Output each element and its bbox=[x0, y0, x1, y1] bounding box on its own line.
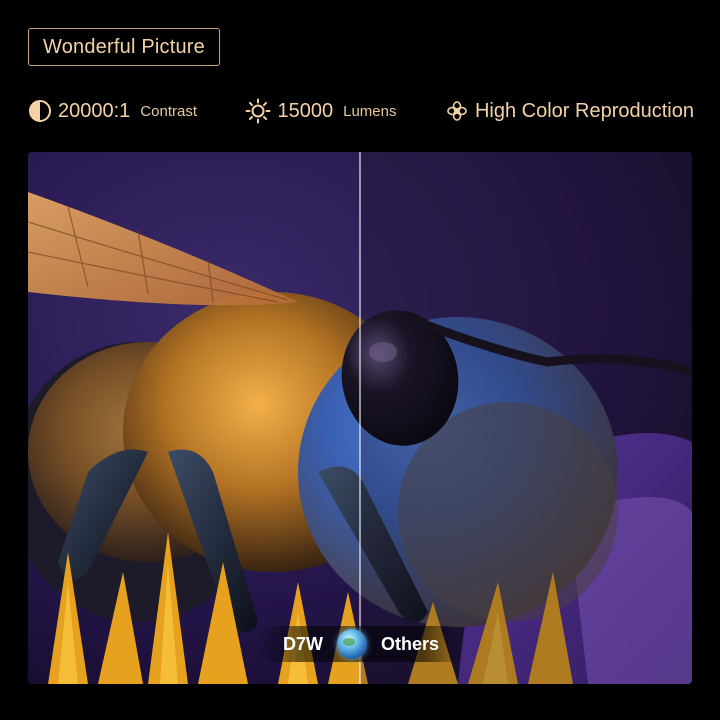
comparison-labels: D7W Others bbox=[256, 626, 466, 662]
others-dim-overlay bbox=[360, 152, 692, 684]
comparison-divider[interactable] bbox=[359, 152, 361, 684]
feature-contrast: 20000:1 Contrast bbox=[28, 99, 197, 123]
globe-icon[interactable] bbox=[336, 629, 367, 659]
comparison-image: D7W Others bbox=[28, 152, 692, 684]
sun-icon bbox=[245, 98, 271, 124]
page-title: Wonderful Picture bbox=[43, 35, 205, 58]
feature-color: High Color Reproduction bbox=[445, 99, 694, 123]
feature-row: 20000:1 Contrast 15000 Lumens High Color… bbox=[28, 92, 694, 130]
others-label: Others bbox=[380, 633, 440, 654]
lumens-value: 15000 bbox=[277, 99, 334, 122]
color-value: High Color Reproduction bbox=[474, 99, 694, 122]
d7w-label: D7W bbox=[282, 633, 323, 654]
color-wheel-icon bbox=[445, 99, 469, 123]
contrast-value: 20000:1 bbox=[58, 99, 131, 122]
lumens-label: Lumens bbox=[343, 102, 397, 120]
feature-lumens: 15000 Lumens bbox=[245, 98, 396, 124]
contrast-icon bbox=[28, 99, 52, 123]
title-badge: Wonderful Picture bbox=[28, 28, 220, 66]
contrast-label: Contrast bbox=[140, 102, 197, 120]
